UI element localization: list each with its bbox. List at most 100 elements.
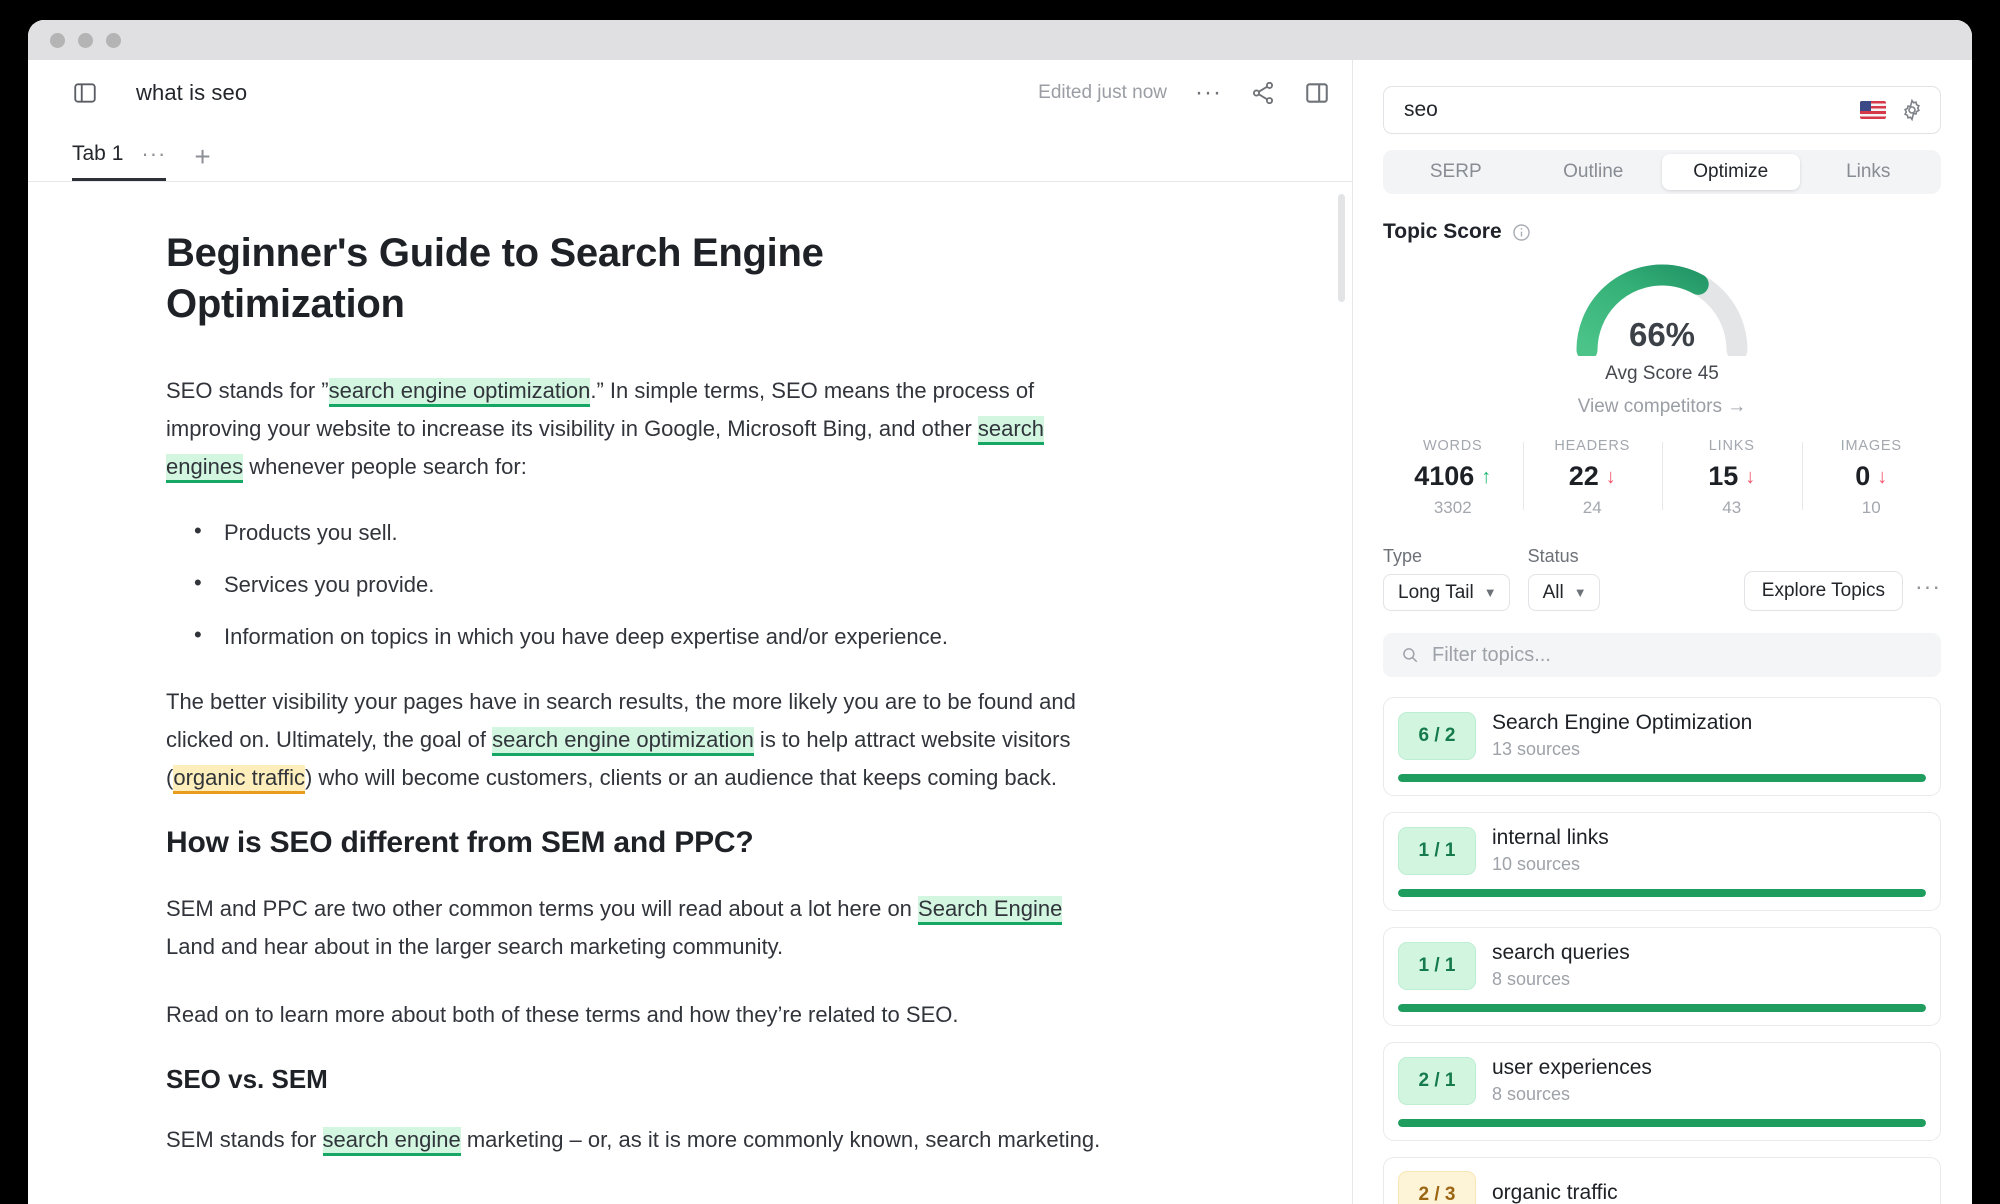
- sidebar-panel-icon[interactable]: [72, 80, 98, 106]
- trend-up-icon: ↑: [1481, 467, 1491, 487]
- page-title[interactable]: what is seo: [136, 80, 247, 106]
- type-filter-label: Type: [1383, 546, 1510, 567]
- document-tabbar: Tab 1 ··· +: [28, 126, 1352, 182]
- stat-words: WORDS 4106 ↑ 3302: [1383, 438, 1523, 518]
- info-icon[interactable]: [1512, 223, 1531, 242]
- list-item: Information on topics in which you have …: [166, 620, 1148, 653]
- document-paragraph-5: SEM stands for search engine marketing –…: [166, 1121, 1116, 1159]
- us-flag-icon[interactable]: [1860, 101, 1886, 119]
- add-tab-button[interactable]: +: [194, 147, 210, 181]
- trend-down-icon: ↓: [1877, 467, 1887, 487]
- window-body: what is seo Edited just now ···: [28, 60, 1972, 1204]
- filters-actions: Explore Topics ···: [1744, 571, 1941, 611]
- share-nodes-icon[interactable]: [1250, 80, 1276, 106]
- status-filter-label: Status: [1528, 546, 1600, 567]
- window-titlebar: [28, 20, 1972, 60]
- chevron-down-icon: ▼: [1484, 585, 1497, 600]
- view-competitors-label: View competitors: [1578, 396, 1722, 417]
- stat-headers: HEADERS 22 ↓ 24: [1523, 438, 1663, 518]
- keyword-highlight-search-engine[interactable]: Search Engine: [918, 896, 1062, 925]
- topic-card[interactable]: 1 / 1 internal links 10 sources: [1383, 812, 1941, 911]
- keyword-search-input[interactable]: seo: [1404, 98, 1846, 122]
- tab-more-menu-button[interactable]: ···: [141, 150, 166, 158]
- type-filter-select[interactable]: Long Tail ▼: [1383, 574, 1510, 611]
- explore-topics-button[interactable]: Explore Topics: [1744, 571, 1903, 611]
- topic-score-percent: 66%: [1569, 316, 1755, 354]
- topic-progress-track: [1398, 889, 1926, 897]
- arrow-right-icon: →: [1727, 396, 1746, 417]
- tab-links[interactable]: Links: [1800, 154, 1938, 190]
- topic-name: organic traffic: [1492, 1181, 1618, 1204]
- document-paragraph-1: SEO stands for ”search engine optimizati…: [166, 372, 1116, 485]
- topic-score-label: Topic Score: [1383, 220, 1502, 244]
- document-heading-1: Beginner's Guide to Search Engine Optimi…: [166, 228, 906, 330]
- topic-name: user experiences: [1492, 1056, 1652, 1080]
- document-scroll-area: Beginner's Guide to Search Engine Optimi…: [28, 182, 1352, 1204]
- stat-label: HEADERS: [1527, 438, 1659, 454]
- topic-card[interactable]: 1 / 1 search queries 8 sources: [1383, 927, 1941, 1026]
- stat-target: 10: [1806, 498, 1938, 518]
- document-more-menu-button[interactable]: ···: [1195, 88, 1222, 98]
- document-paragraph-4: Read on to learn more about both of thes…: [166, 996, 1116, 1034]
- document-heading-3: SEO vs. SEM: [166, 1064, 1148, 1095]
- stat-label: IMAGES: [1806, 438, 1938, 454]
- tab-outline[interactable]: Outline: [1525, 154, 1663, 190]
- keyword-highlight-search-engine-optimization[interactable]: search engine optimization: [329, 378, 591, 407]
- topic-progress-fill: [1398, 774, 1926, 782]
- keyword-highlight-search-engine-2[interactable]: search engine: [323, 1127, 461, 1156]
- status-filter-select[interactable]: All ▼: [1528, 574, 1600, 611]
- topic-usage-badge: 1 / 1: [1398, 942, 1476, 990]
- tab-serp[interactable]: SERP: [1387, 154, 1525, 190]
- text-run: Land and hear about in the larger search…: [166, 934, 783, 959]
- topic-sources: 8 sources: [1492, 969, 1630, 990]
- topic-score-gauge-wrap: 66% Avg Score 45 View competitors →: [1383, 252, 1941, 418]
- stat-label: LINKS: [1666, 438, 1798, 454]
- minimize-window-button[interactable]: [78, 33, 93, 48]
- status-filter-group: Status All ▼: [1528, 546, 1600, 611]
- sidebar-tabs: SERP Outline Optimize Links: [1383, 150, 1941, 194]
- type-filter-value: Long Tail: [1398, 582, 1474, 604]
- close-window-button[interactable]: [50, 33, 65, 48]
- keyword-search-box[interactable]: seo: [1383, 86, 1941, 134]
- right-panel-icon[interactable]: [1304, 80, 1330, 106]
- text-run: marketing – or, as it is more commonly k…: [461, 1127, 1100, 1152]
- filter-topics-input[interactable]: Filter topics...: [1383, 633, 1941, 677]
- search-icon: [1401, 646, 1419, 664]
- chevron-down-icon: ▼: [1574, 585, 1587, 600]
- content-stats: WORDS 4106 ↑ 3302 HEADERS 22 ↓ 24: [1383, 438, 1941, 518]
- text-run: SEM and PPC are two other common terms y…: [166, 896, 918, 921]
- topic-sources: 13 sources: [1492, 739, 1752, 760]
- tab-1[interactable]: Tab 1 ···: [72, 142, 166, 181]
- topic-score-gauge: 66%: [1569, 252, 1755, 356]
- app-window: what is seo Edited just now ···: [28, 20, 1972, 1204]
- stat-value: 15: [1708, 461, 1738, 492]
- document-scrollbar[interactable]: [1338, 194, 1345, 302]
- topic-card[interactable]: 6 / 2 Search Engine Optimization 13 sour…: [1383, 697, 1941, 796]
- document-header-actions: Edited just now ···: [1038, 80, 1330, 106]
- topic-score-header: Topic Score: [1383, 220, 1941, 244]
- keyword-highlight-organic-traffic[interactable]: organic traffic: [173, 765, 305, 794]
- edited-status: Edited just now: [1038, 82, 1167, 104]
- topic-progress-track: [1398, 774, 1926, 782]
- view-competitors-link[interactable]: View competitors →: [1578, 396, 1747, 418]
- topic-usage-badge: 2 / 1: [1398, 1057, 1476, 1105]
- document-heading-2: How is SEO different from SEM and PPC?: [166, 826, 1148, 860]
- text-run: SEM stands for: [166, 1127, 323, 1152]
- text-run: whenever people search for:: [243, 454, 527, 479]
- topic-usage-badge: 2 / 3: [1398, 1171, 1476, 1204]
- document-content[interactable]: Beginner's Guide to Search Engine Optimi…: [28, 182, 1148, 1159]
- text-run: SEO stands for ”: [166, 378, 329, 403]
- topic-card[interactable]: 2 / 3 organic traffic: [1383, 1157, 1941, 1204]
- gear-icon[interactable]: [1900, 98, 1924, 122]
- screen: what is seo Edited just now ···: [0, 0, 2000, 1204]
- stat-value: 0: [1855, 461, 1870, 492]
- topic-usage-badge: 1 / 1: [1398, 827, 1476, 875]
- document-bullet-list: Products you sell. Services you provide.…: [166, 516, 1148, 653]
- filters-more-menu-button[interactable]: ···: [1915, 582, 1941, 600]
- trend-down-icon: ↓: [1745, 467, 1755, 487]
- filter-topics-placeholder: Filter topics...: [1432, 644, 1551, 667]
- maximize-window-button[interactable]: [106, 33, 121, 48]
- keyword-highlight-search-engine-optimization-2[interactable]: search engine optimization: [492, 727, 754, 756]
- tab-optimize[interactable]: Optimize: [1662, 154, 1800, 190]
- topic-card[interactable]: 2 / 1 user experiences 8 sources: [1383, 1042, 1941, 1141]
